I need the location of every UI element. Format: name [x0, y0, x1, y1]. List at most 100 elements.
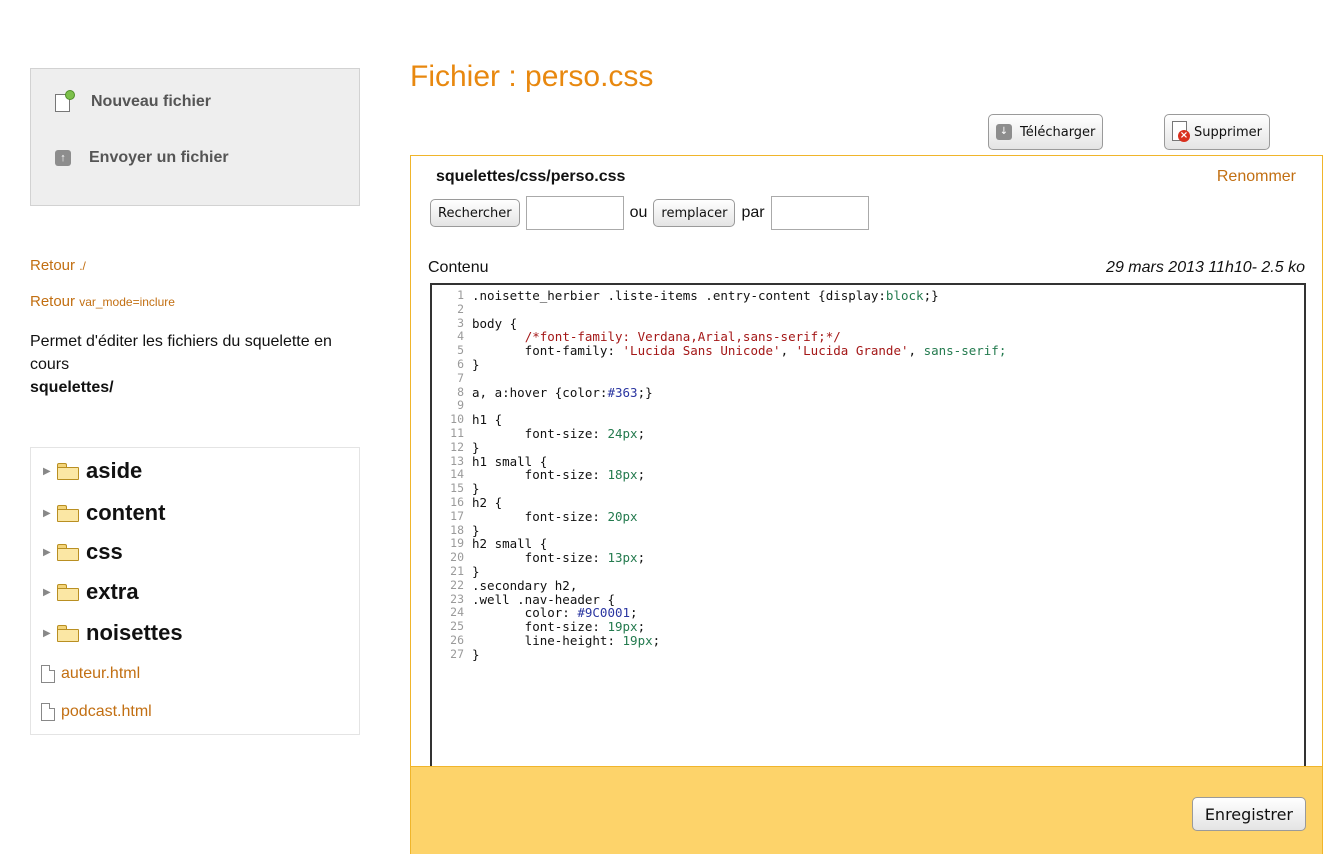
- replace-button[interactable]: remplacer: [653, 199, 736, 227]
- code-line[interactable]: 21}: [432, 564, 1304, 579]
- sidebar-description: Permet d'éditer les fichiers du squelett…: [30, 330, 350, 399]
- code-text[interactable]: font-size: 18px;: [472, 468, 645, 482]
- upload-icon: ↑: [55, 150, 71, 166]
- code-text[interactable]: font-size: 24px;: [472, 427, 645, 441]
- code-line[interactable]: 17 font-size: 20px: [432, 509, 1304, 524]
- code-line[interactable]: 22 .secondary h2,: [432, 578, 1304, 593]
- code-text[interactable]: font-family: 'Lucida Sans Unicode', 'Luc…: [472, 344, 1007, 358]
- code-text[interactable]: h2 small {: [472, 537, 547, 551]
- line-number: 27: [450, 646, 464, 661]
- code-text[interactable]: }: [472, 482, 480, 496]
- code-line[interactable]: 10 h1 {: [432, 412, 1304, 427]
- code-line[interactable]: 9: [432, 399, 1304, 413]
- folder-name: extra: [86, 579, 139, 604]
- code-text[interactable]: h1 {: [472, 413, 502, 427]
- code-line[interactable]: 4 /*font-family: Verdana,Arial,sans-seri…: [432, 330, 1304, 344]
- retour-inclure-label: Retour: [30, 293, 76, 310]
- current-squelette: squelettes/: [30, 379, 114, 396]
- search-button[interactable]: Rechercher: [430, 199, 520, 227]
- line-number: 5: [457, 343, 464, 358]
- search-input[interactable]: [525, 196, 624, 230]
- line-number: 11: [450, 425, 464, 440]
- delete-label: Supprimer: [1194, 124, 1262, 140]
- code-line[interactable]: 2: [432, 301, 1304, 317]
- code-line[interactable]: 15}: [432, 481, 1304, 496]
- folder-noisettes[interactable]: ▶ noisettes: [43, 620, 183, 646]
- code-text[interactable]: }: [472, 358, 480, 372]
- new-file-label: Nouveau fichier: [91, 93, 212, 110]
- expand-arrow-icon[interactable]: ▶: [43, 508, 57, 519]
- code-line[interactable]: 25 font-size: 19px;: [432, 619, 1304, 634]
- folder-name: aside: [86, 458, 143, 483]
- upload-file-button[interactable]: ↑ Envoyer un fichier: [55, 149, 229, 167]
- code-text[interactable]: }: [472, 647, 480, 662]
- line-number: 2: [457, 301, 464, 316]
- code-text[interactable]: /*font-family: Verdana,Arial,sans-serif;…: [472, 330, 841, 344]
- expand-arrow-icon[interactable]: ▶: [43, 628, 57, 639]
- code-line[interactable]: 3 body {: [432, 315, 1304, 331]
- code-text[interactable]: line-height: 19px;: [472, 634, 660, 648]
- code-line[interactable]: 11 font-size: 24px;: [432, 425, 1304, 441]
- code-line[interactable]: 7: [432, 370, 1304, 386]
- code-line[interactable]: 23 .well .nav-header {: [432, 592, 1304, 607]
- code-text[interactable]: .well .nav-header {: [472, 592, 615, 607]
- download-button[interactable]: ↓ Télécharger: [988, 114, 1104, 150]
- code-editor[interactable]: 1 .noisette_herbier .liste-items .entry-c…: [430, 283, 1306, 783]
- save-bar: Enregistrer: [411, 766, 1322, 854]
- replace-input[interactable]: [770, 196, 869, 230]
- retour-root-link[interactable]: Retour ./: [30, 257, 86, 274]
- code-text[interactable]: .noisette_herbier .liste-items .entry-co…: [472, 289, 939, 303]
- code-text[interactable]: a, a:hover {color:#363;}: [472, 385, 653, 400]
- folder-icon: [57, 504, 79, 522]
- code-text[interactable]: .secondary h2,: [472, 578, 577, 593]
- code-line[interactable]: 19 h2 small {: [432, 537, 1304, 551]
- retour-inclure-link[interactable]: Retour var_mode=inclure: [30, 293, 175, 310]
- line-number: 14: [450, 467, 464, 482]
- delete-button[interactable]: × Supprimer: [1164, 114, 1270, 150]
- folder-css[interactable]: ▶ css: [43, 539, 123, 565]
- code-line[interactable]: 20 font-size: 13px;: [432, 550, 1304, 565]
- line-number: 7: [457, 370, 464, 385]
- line-number: 25: [450, 619, 464, 634]
- code-text[interactable]: h2 {: [472, 496, 502, 510]
- code-line[interactable]: 5 font-family: 'Lucida Sans Unicode', 'L…: [432, 343, 1304, 358]
- new-file-button[interactable]: Nouveau fichier: [55, 90, 212, 113]
- line-number: 3: [457, 315, 464, 330]
- line-number: 9: [457, 398, 464, 413]
- code-text[interactable]: color: #9C0001;: [472, 606, 638, 620]
- code-line[interactable]: 26 line-height: 19px;: [432, 633, 1304, 648]
- file-podcast-html[interactable]: podcast.html: [41, 703, 152, 721]
- rename-link[interactable]: Renommer: [1217, 168, 1296, 186]
- file-icon: [41, 703, 55, 721]
- expand-arrow-icon[interactable]: ▶: [43, 466, 57, 477]
- code-line[interactable]: 24 color: #9C0001;: [432, 606, 1304, 620]
- expand-arrow-icon[interactable]: ▶: [43, 587, 57, 598]
- code-line[interactable]: 6}: [432, 357, 1304, 372]
- line-number: 1: [457, 288, 464, 302]
- code-text[interactable]: }: [472, 565, 480, 579]
- code-text[interactable]: }: [472, 523, 480, 538]
- folder-aside[interactable]: ▶ aside: [43, 458, 142, 484]
- download-label: Télécharger: [1020, 124, 1096, 140]
- code-text[interactable]: font-size: 13px;: [472, 551, 645, 565]
- code-line[interactable]: 8 a, a:hover {color:#363;}: [432, 385, 1304, 400]
- code-line[interactable]: 12}: [432, 440, 1304, 455]
- code-line[interactable]: 13 h1 small {: [432, 454, 1304, 469]
- code-line[interactable]: 27}: [432, 646, 1304, 662]
- code-text[interactable]: }: [472, 440, 480, 455]
- code-line[interactable]: 14 font-size: 18px;: [432, 468, 1304, 482]
- code-line[interactable]: 1 .noisette_herbier .liste-items .entry-c…: [432, 288, 1304, 303]
- code-line[interactable]: 18}: [432, 523, 1304, 538]
- folder-content[interactable]: ▶ content: [43, 500, 165, 526]
- expand-arrow-icon[interactable]: ▶: [43, 547, 57, 558]
- code-text[interactable]: font-size: 19px;: [472, 620, 645, 634]
- file-auteur-html[interactable]: auteur.html: [41, 665, 140, 683]
- save-button[interactable]: Enregistrer: [1191, 797, 1306, 831]
- code-text[interactable]: h1 small {: [472, 454, 547, 469]
- folder-name: content: [86, 500, 166, 525]
- code-text[interactable]: body {: [472, 316, 517, 331]
- code-text[interactable]: font-size: 20px: [472, 509, 638, 524]
- code-line[interactable]: 16 h2 {: [432, 495, 1304, 510]
- folder-extra[interactable]: ▶ extra: [43, 579, 139, 605]
- retour-inclure-path: var_mode=inclure: [79, 295, 175, 309]
